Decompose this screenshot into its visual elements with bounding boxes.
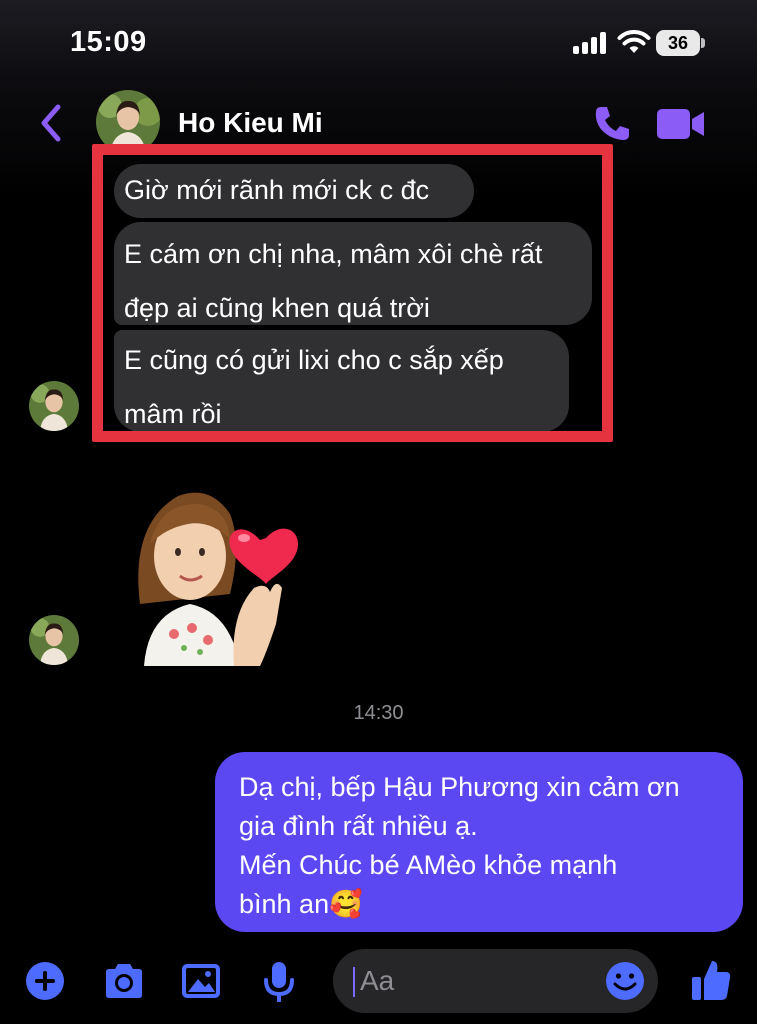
camera-icon[interactable] <box>102 962 146 1000</box>
microphone-icon[interactable] <box>261 960 297 1004</box>
message-line: bình an🥰 <box>239 889 363 919</box>
wifi-icon <box>617 30 651 53</box>
incoming-message[interactable]: E cám ơn chị nha, mâm xôi chè rất đẹp ai… <box>114 222 592 325</box>
plus-icon[interactable] <box>25 961 65 1001</box>
status-time: 15:09 <box>70 26 147 58</box>
cellular-signal-icon <box>573 32 607 54</box>
back-button[interactable] <box>36 103 66 143</box>
phone-call-icon[interactable] <box>592 103 632 143</box>
message-line: E cám ơn chị nha, mâm xôi chè rất <box>124 239 543 269</box>
image-icon[interactable] <box>180 962 222 1000</box>
message-line: đẹp ai cũng khen quá trời <box>124 293 430 323</box>
incoming-message[interactable]: Giờ mới rãnh mới ck c đc <box>114 164 474 218</box>
chat-header: Ho Kieu Mi <box>0 85 757 160</box>
sender-avatar[interactable] <box>29 615 79 665</box>
message-line: gia đình rất nhiều ạ. <box>239 811 478 841</box>
message-line: Dạ chị, bếp Hậu Phương xin cảm ơn <box>239 772 680 802</box>
messenger-chat-screen: 15:09 36 Ho Kieu Mi Giờ mới rãnh mới ck … <box>0 0 757 1024</box>
outgoing-message[interactable]: Dạ chị, bếp Hậu Phương xin cảm ơn gia đì… <box>215 752 743 932</box>
input-placeholder: Aa <box>360 965 395 996</box>
battery-icon: 36 <box>656 30 706 56</box>
thumbs-up-icon[interactable] <box>690 958 732 1002</box>
heart-finger-sticker[interactable] <box>130 484 300 666</box>
message-line: Giờ mới rãnh mới ck c đc <box>124 175 430 205</box>
message-line: Mến Chúc bé AMèo khỏe mạnh <box>239 850 618 880</box>
sender-avatar[interactable] <box>29 381 79 431</box>
emoji-icon[interactable] <box>605 961 645 1001</box>
message-line: E cũng có gửi lixi cho c sắp xếp <box>124 345 504 375</box>
message-line: mâm rồi <box>124 399 222 429</box>
contact-avatar[interactable] <box>96 90 160 154</box>
text-caret <box>353 967 355 997</box>
battery-level: 36 <box>656 30 700 56</box>
message-composer: Aa <box>0 940 757 1024</box>
video-call-icon[interactable] <box>656 107 706 141</box>
status-bar: 15:09 36 <box>0 0 757 80</box>
incoming-message[interactable]: E cũng có gửi lixi cho c sắp xếp mâm rồi <box>114 330 569 432</box>
message-timestamp: 14:30 <box>353 702 404 724</box>
contact-name[interactable]: Ho Kieu Mi <box>178 107 323 139</box>
message-input[interactable]: Aa <box>333 949 658 1013</box>
